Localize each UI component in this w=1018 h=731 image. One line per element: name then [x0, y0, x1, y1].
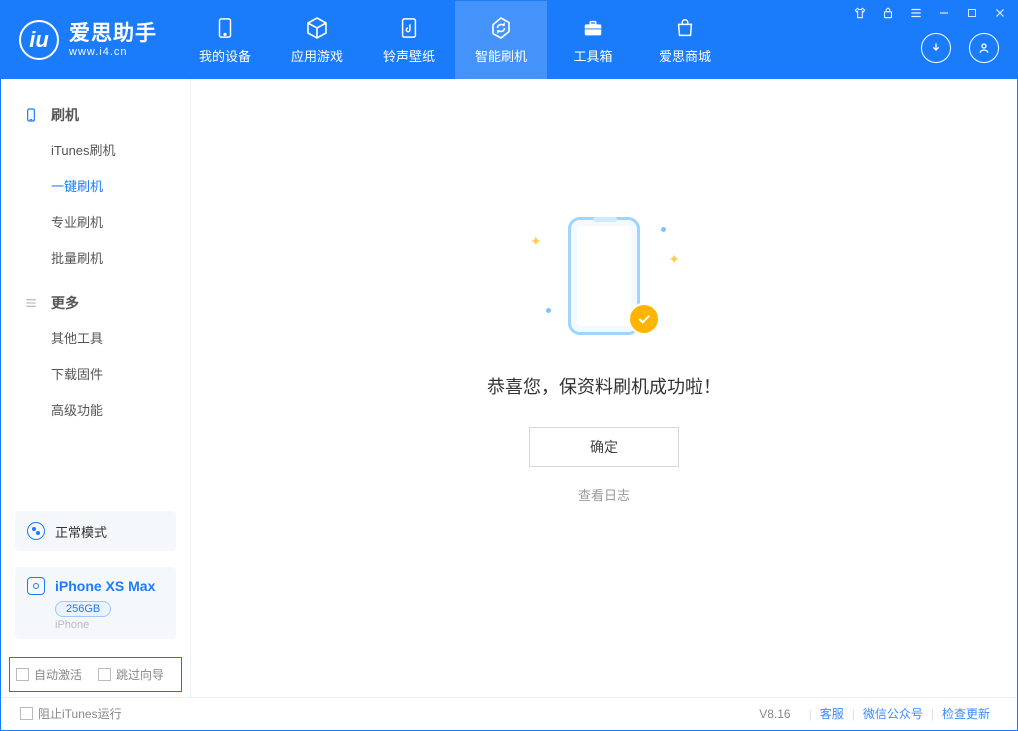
nav-my-device[interactable]: 我的设备 [179, 1, 271, 79]
shirt-icon[interactable] [853, 6, 867, 20]
skip-guide-checkbox[interactable]: 跳过向导 [98, 666, 164, 683]
nav-smart-flash[interactable]: 智能刷机 [455, 1, 547, 79]
brand: iu 爱思助手 www.i4.cn [1, 1, 179, 79]
device-name: iPhone XS Max [55, 578, 155, 594]
brand-subtitle: www.i4.cn [69, 46, 157, 58]
nav-apps-games[interactable]: 应用游戏 [271, 1, 363, 79]
sidebar: 刷机 iTunes刷机 一键刷机 专业刷机 批量刷机 更多 其他工具 下载固件 … [1, 79, 191, 698]
nav-ringtones-wallpapers[interactable]: 铃声壁纸 [363, 1, 455, 79]
dot-icon [661, 227, 666, 232]
close-icon[interactable] [993, 6, 1007, 20]
checkbox-icon [98, 668, 111, 681]
maximize-icon[interactable] [965, 6, 979, 20]
bag-icon [672, 15, 698, 41]
success-illustration: ✦ ✦ [524, 213, 684, 343]
highlighted-options: 自动激活 跳过向导 [9, 657, 182, 692]
normal-mode-icon [27, 522, 45, 540]
menu-icon[interactable] [909, 6, 923, 20]
checkbox-label: 阻止iTunes运行 [38, 705, 122, 722]
nav-label: 工具箱 [573, 46, 612, 65]
separator: | [931, 707, 934, 721]
device-icon [23, 107, 39, 123]
device-mode-label: 正常模式 [55, 522, 107, 541]
phone-icon [212, 15, 238, 41]
lock-icon[interactable] [881, 6, 895, 20]
separator: | [852, 707, 855, 721]
brand-title: 爱思助手 [69, 22, 157, 45]
separator: | [809, 707, 812, 721]
minimize-icon[interactable] [937, 6, 951, 20]
sidebar-item-itunes-flash[interactable]: iTunes刷机 [1, 133, 190, 169]
briefcase-icon [580, 15, 606, 41]
check-update-link[interactable]: 检查更新 [942, 705, 990, 722]
sidebar-item-one-click-flash[interactable]: 一键刷机 [1, 169, 190, 205]
phone-small-icon [27, 577, 45, 595]
sidebar-section-title: 刷机 [51, 105, 79, 125]
result-panel: ✦ ✦ 恭喜您，保资料刷机成功啦！ 确定 查看日志 [487, 213, 721, 504]
block-itunes-checkbox[interactable]: 阻止iTunes运行 [20, 705, 122, 722]
wechat-link[interactable]: 微信公众号 [863, 705, 923, 722]
checkbox-label: 自动激活 [34, 666, 82, 683]
list-icon [23, 295, 39, 311]
download-button[interactable] [921, 33, 951, 63]
nav-label: 应用游戏 [291, 46, 343, 65]
dot-icon [546, 308, 551, 313]
status-bar: 阻止iTunes运行 V8.16 | 客服 | 微信公众号 | 检查更新 [2, 697, 1016, 729]
ok-button[interactable]: 确定 [529, 427, 679, 467]
auto-activate-checkbox[interactable]: 自动激活 [16, 666, 82, 683]
sidebar-item-batch-flash[interactable]: 批量刷机 [1, 241, 190, 277]
nav-store[interactable]: 爱思商城 [639, 1, 731, 79]
device-mode-card[interactable]: 正常模式 [15, 511, 176, 551]
window-controls [853, 6, 1007, 20]
main-content: ✦ ✦ 恭喜您，保资料刷机成功啦！ 确定 查看日志 [191, 79, 1017, 698]
device-capacity: 256GB [55, 601, 111, 617]
sidebar-section-flash: 刷机 [1, 97, 190, 133]
cube-icon [304, 15, 330, 41]
sidebar-item-pro-flash[interactable]: 专业刷机 [1, 205, 190, 241]
checkbox-icon [20, 707, 33, 720]
success-badge-icon [628, 303, 660, 335]
device-card[interactable]: iPhone XS Max 256GB iPhone [15, 567, 176, 639]
nav-label: 爱思商城 [659, 46, 711, 65]
view-logs-link[interactable]: 查看日志 [578, 485, 630, 504]
device-type: iPhone [55, 619, 164, 631]
checkbox-label: 跳过向导 [116, 666, 164, 683]
main-nav: 我的设备 应用游戏 铃声壁纸 智能刷机 [179, 1, 731, 79]
sidebar-section-title: 更多 [51, 293, 79, 313]
titlebar: iu 爱思助手 www.i4.cn 我的设备 应用游戏 [1, 1, 1017, 79]
sparkle-icon: ✦ [530, 233, 542, 250]
brand-logo-icon: iu [19, 20, 59, 60]
sidebar-section-more: 更多 [1, 285, 190, 321]
sidebar-item-advanced[interactable]: 高级功能 [1, 393, 190, 429]
music-file-icon [396, 15, 422, 41]
result-title: 恭喜您，保资料刷机成功啦！ [487, 373, 721, 399]
customer-service-link[interactable]: 客服 [820, 705, 844, 722]
checkbox-icon [16, 668, 29, 681]
sparkle-icon: ✦ [668, 251, 680, 268]
nav-label: 智能刷机 [475, 46, 527, 65]
sync-hex-icon [488, 15, 514, 41]
sidebar-item-download-firmware[interactable]: 下载固件 [1, 357, 190, 393]
nav-label: 铃声壁纸 [383, 46, 435, 65]
nav-label: 我的设备 [199, 46, 251, 65]
sidebar-item-other-tools[interactable]: 其他工具 [1, 321, 190, 357]
version-label: V8.16 [759, 707, 790, 721]
nav-toolbox[interactable]: 工具箱 [547, 1, 639, 79]
account-button[interactable] [969, 33, 999, 63]
